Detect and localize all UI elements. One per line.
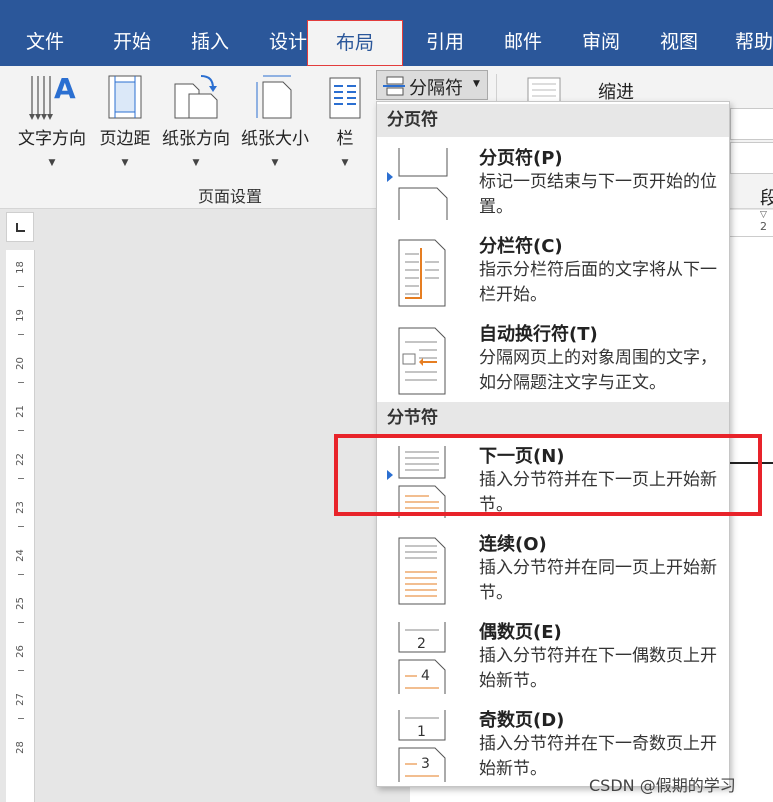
ruler-number: 22: [14, 453, 26, 466]
item-title: 分栏符(C): [479, 236, 563, 257]
chevron-down-icon: ▼: [341, 158, 349, 168]
tab-insert[interactable]: 插入: [178, 20, 242, 66]
column-break-icon: [397, 236, 449, 312]
paper-size-button[interactable]: 纸张大小 ▼: [236, 66, 314, 176]
continuous-item[interactable]: 连续(O) 插入分节符并在同一页上开始新节。: [377, 528, 729, 616]
tab-mailings[interactable]: 邮件: [490, 20, 556, 66]
tab-layout[interactable]: 布局: [307, 20, 403, 66]
tab-review[interactable]: 审阅: [568, 20, 634, 66]
item-description: 插入分节符并在同一页上开始新节。: [479, 558, 717, 603]
ruler-tick: [18, 430, 24, 431]
tab-selector[interactable]: [6, 212, 34, 242]
orientation-icon: [171, 72, 221, 127]
page-setup-group-label: 页面设置: [198, 187, 263, 206]
margins-label: 页边距: [99, 129, 151, 149]
indent-right-field[interactable]: [730, 142, 773, 174]
page-breaks-header: 分页符: [377, 104, 729, 137]
paragraph-group-label: 段: [760, 188, 773, 209]
ruler-number: 24: [14, 549, 26, 562]
svg-text:1: 1: [417, 724, 426, 740]
even-page-icon: 24: [397, 622, 449, 698]
watermark: CSDN @假期的学习: [589, 776, 736, 795]
text-wrapping-break-icon: [397, 324, 449, 400]
margins-icon: [105, 72, 145, 127]
item-title: 偶数页(E): [479, 622, 562, 643]
paper-size-icon: [253, 72, 297, 127]
section-breaks-header: 分节符: [377, 402, 729, 435]
orientation-label: 纸张方向: [162, 129, 230, 149]
ruler-number: 23: [14, 501, 26, 514]
ruler-number: 18: [14, 261, 26, 274]
ruler-tick: [18, 622, 24, 623]
item-description: 指示分栏符后面的文字将从下一栏开始。: [479, 260, 717, 305]
chevron-down-icon: ▼: [271, 158, 279, 168]
tab-file[interactable]: 文件: [14, 20, 76, 66]
even-page-item[interactable]: 24 偶数页(E) 插入分节符并在下一偶数页上开始新节。: [377, 616, 729, 704]
text-direction-icon: A: [26, 72, 78, 127]
ruler-tick: [18, 478, 24, 479]
item-description: 分隔网页上的对象周围的文字，如分隔题注文字与正文。: [479, 348, 717, 393]
tab-view[interactable]: 视图: [646, 20, 712, 66]
indent-marker-icon[interactable]: ▽: [760, 210, 767, 220]
tab-help[interactable]: 帮助: [724, 20, 773, 66]
column-break-item[interactable]: 分栏符(C) 指示分栏符后面的文字将从下一栏开始。: [377, 230, 729, 318]
breaks-button[interactable]: 分隔符 ▼: [376, 70, 488, 100]
breaks-label: 分隔符: [409, 78, 463, 99]
ruler-number: 20: [14, 357, 26, 370]
tab-home[interactable]: 开始: [98, 20, 166, 66]
chevron-down-icon: ▼: [192, 158, 200, 168]
ruler-number: 27: [14, 693, 26, 706]
pointer-icon: [387, 172, 393, 182]
columns-button[interactable]: 栏 ▼: [320, 66, 370, 176]
svg-text:4: 4: [421, 668, 430, 684]
ribbon-tab-bar: 文件 开始 插入 设计 布局 引用 邮件 审阅 视图 帮助: [0, 20, 773, 66]
chevron-down-icon: ▼: [121, 158, 129, 168]
item-title: 分页符(P): [479, 148, 563, 169]
ruler-number: 28: [14, 741, 26, 754]
title-bar: [0, 0, 773, 20]
margins-button[interactable]: 页边距 ▼: [94, 66, 156, 176]
ruler-tick: [18, 382, 24, 383]
ruler-number: 21: [14, 405, 26, 418]
ruler-tick: [18, 526, 24, 527]
text-direction-label: 文字方向: [18, 129, 86, 149]
item-title: 连续(O): [479, 534, 547, 555]
highlight-box: [334, 434, 762, 516]
columns-icon: [327, 72, 363, 127]
svg-text:A: A: [54, 72, 76, 105]
svg-text:3: 3: [421, 756, 430, 772]
ruler-tick: [18, 286, 24, 287]
item-description: 标记一页结束与下一页开始的位置。: [479, 172, 717, 217]
ruler-number: 2: [760, 220, 767, 233]
breaks-icon: [383, 76, 405, 101]
continuous-icon: [397, 534, 449, 610]
vertical-ruler: 18 19 20 21 22 23 24 25 26 27 28: [6, 250, 35, 802]
item-title: 奇数页(D): [479, 710, 565, 731]
ruler-tick: [18, 718, 24, 719]
svg-text:2: 2: [417, 636, 426, 652]
chevron-down-icon: ▼: [48, 158, 56, 168]
ruler-tick: [18, 574, 24, 575]
item-title: 自动换行符(T): [479, 324, 598, 345]
text-wrapping-break-item[interactable]: 自动换行符(T) 分隔网页上的对象周围的文字，如分隔题注文字与正文。: [377, 318, 729, 406]
odd-page-icon: 13: [397, 710, 449, 786]
page-break-item[interactable]: 分页符(P) 标记一页结束与下一页开始的位置。: [377, 142, 729, 230]
ruler-number: 19: [14, 309, 26, 322]
orientation-button[interactable]: 纸张方向 ▼: [156, 66, 236, 176]
tab-references[interactable]: 引用: [412, 20, 478, 66]
item-description: 插入分节符并在下一偶数页上开始新节。: [479, 646, 717, 691]
ruler-number: 26: [14, 645, 26, 658]
indent-left-field[interactable]: [730, 108, 773, 140]
ruler-tick: [18, 670, 24, 671]
columns-label: 栏: [336, 129, 354, 149]
chevron-down-icon: ▼: [473, 79, 480, 89]
text-direction-button[interactable]: A 文字方向 ▼: [10, 66, 94, 176]
ruler-number: 25: [14, 597, 26, 610]
horizontal-ruler: 2 ▽: [730, 210, 773, 237]
page-break-icon: [397, 148, 449, 224]
paper-size-label: 纸张大小: [241, 129, 309, 149]
ruler-tick: [18, 334, 24, 335]
